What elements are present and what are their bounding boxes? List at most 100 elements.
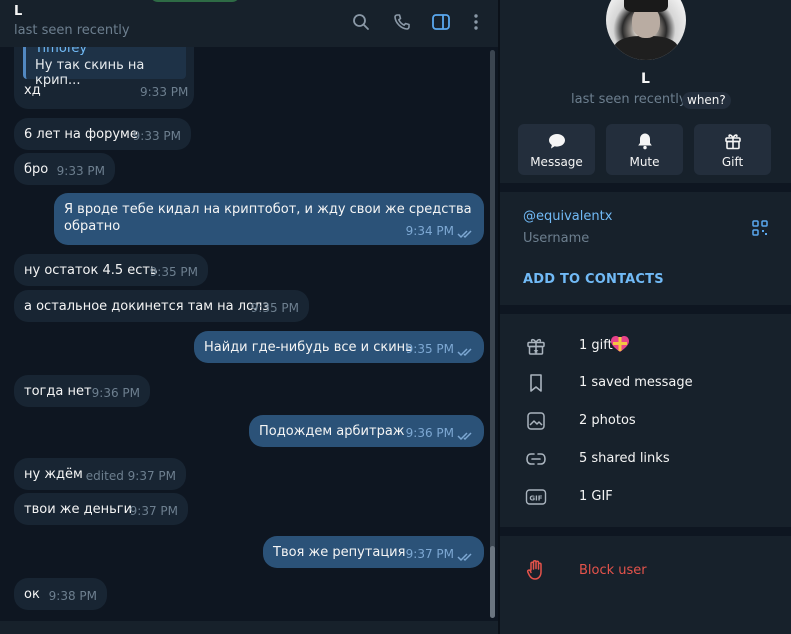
sidebar-toggle-icon[interactable] bbox=[430, 11, 452, 33]
message-bubble-incoming[interactable]: ну остаток 4.5 есть 9:35 PM bbox=[14, 254, 208, 286]
message-time: 9:36 PM bbox=[91, 386, 140, 400]
message-time: 9:37 PM bbox=[405, 547, 454, 561]
more-vert-icon[interactable] bbox=[465, 11, 487, 33]
message-text: тогда нет bbox=[24, 384, 92, 399]
message-bubble-incoming[interactable]: а остальное докинется там на лолз 9:35 P… bbox=[14, 290, 309, 322]
peer-status: last seen recently bbox=[14, 23, 130, 38]
message-text: ну остаток 4.5 есть bbox=[24, 263, 158, 278]
chat-panel: L last seen recently Timofey Ну так скин… bbox=[0, 0, 498, 634]
reply-quote[interactable]: Timofey Ну так скинь на крип... bbox=[23, 47, 186, 88]
section-separator bbox=[500, 305, 791, 314]
username-label: Username bbox=[523, 231, 590, 246]
block-user-label: Block user bbox=[579, 563, 647, 578]
message-time: 9:33 PM bbox=[140, 85, 189, 99]
username-value[interactable]: @equivalentx bbox=[523, 209, 612, 224]
bell-icon bbox=[606, 132, 683, 150]
gif-icon: GIF bbox=[525, 486, 547, 508]
call-indicator bbox=[150, 0, 240, 2]
message-button[interactable]: Message bbox=[518, 124, 595, 175]
message-composer[interactable] bbox=[0, 621, 498, 634]
read-check-icon bbox=[457, 230, 472, 239]
message-time: 9:34 PM bbox=[405, 224, 454, 238]
media-label: 1 gift bbox=[579, 338, 613, 353]
message-bubble-incoming[interactable]: ну ждём edited 9:37 PM bbox=[14, 458, 186, 490]
message-bubble-incoming[interactable]: твои же деньги 9:37 PM bbox=[14, 493, 188, 525]
message-text: бро bbox=[24, 162, 49, 177]
scrollbar-thumb[interactable] bbox=[490, 546, 495, 618]
media-row-saved[interactable]: 1 saved message bbox=[500, 364, 791, 402]
message-text: хд bbox=[24, 83, 41, 98]
gift-icon bbox=[694, 132, 771, 150]
media-row-gifs[interactable]: GIF 1 GIF bbox=[500, 478, 791, 516]
message-time: 9:37 PM bbox=[129, 504, 178, 518]
scrollbar-track[interactable] bbox=[490, 50, 495, 618]
message-bubble-incoming[interactable]: 6 лет на форуме 9:33 PM bbox=[14, 118, 191, 150]
peer-name[interactable]: L bbox=[14, 4, 22, 19]
mute-button[interactable]: Mute bbox=[606, 124, 683, 175]
chat-header[interactable]: L last seen recently bbox=[0, 0, 498, 47]
gift-button-label: Gift bbox=[721, 155, 744, 169]
reply-author: Timofey bbox=[35, 47, 88, 56]
chat-bubble-icon bbox=[518, 132, 595, 150]
message-time: 9:33 PM bbox=[132, 129, 181, 143]
message-text: а остальное докинется там на лолз bbox=[24, 299, 270, 314]
message-time: 9:35 PM bbox=[250, 301, 299, 315]
message-text: ну ждём bbox=[24, 467, 83, 482]
message-bubble-outgoing[interactable]: Я вроде тебе кидал на криптобот, и жду с… bbox=[54, 193, 484, 245]
avatar[interactable] bbox=[606, 0, 686, 60]
phone-icon[interactable] bbox=[391, 11, 413, 33]
qr-code-icon[interactable] bbox=[752, 220, 768, 236]
gift-button[interactable]: Gift bbox=[694, 124, 771, 175]
message-bubble-outgoing[interactable]: Твоя же репутация 9:37 PM bbox=[263, 536, 484, 568]
message-time: 9:38 PM bbox=[48, 589, 97, 603]
message-text: 6 лет на форуме bbox=[24, 127, 138, 142]
profile-status: last seen recently bbox=[571, 92, 687, 107]
gift-icon bbox=[525, 335, 547, 357]
message-time: 9:35 PM bbox=[405, 342, 454, 356]
bookmark-icon bbox=[525, 372, 547, 394]
add-to-contacts-button[interactable]: ADD TO CONTACTS bbox=[523, 272, 664, 287]
svg-text:GIF: GIF bbox=[529, 494, 542, 502]
message-time: 9:36 PM bbox=[405, 426, 454, 440]
message-text: Подождем арбитраж bbox=[259, 424, 405, 439]
message-button-label: Message bbox=[530, 155, 583, 169]
message-text: Я вроде тебе кидал на криптобот, и жду с… bbox=[64, 202, 472, 217]
profile-panel: L last seen recently when? Message Mute … bbox=[500, 0, 791, 634]
message-time: 9:35 PM bbox=[149, 265, 198, 279]
read-check-icon bbox=[457, 432, 472, 441]
section-separator bbox=[500, 183, 791, 192]
block-user-button[interactable]: Block user bbox=[500, 552, 791, 590]
hand-stop-icon bbox=[526, 559, 542, 580]
mute-button-label: Mute bbox=[629, 155, 660, 169]
media-label: 1 GIF bbox=[579, 489, 613, 504]
media-row-photos[interactable]: 2 photos bbox=[500, 402, 791, 440]
message-text: ок bbox=[24, 587, 40, 602]
message-text: Найди где-нибудь все и скинь bbox=[204, 340, 413, 355]
photo-icon bbox=[525, 410, 547, 432]
read-check-icon bbox=[457, 348, 472, 357]
when-button[interactable]: when? bbox=[682, 92, 731, 109]
message-bubble-incoming[interactable]: тогда нет 9:36 PM bbox=[14, 375, 150, 407]
media-label: 2 photos bbox=[579, 413, 636, 428]
message-bubble-incoming[interactable]: ок 9:38 PM bbox=[14, 578, 107, 610]
read-check-icon bbox=[457, 553, 472, 562]
section-separator bbox=[500, 527, 791, 536]
message-bubble-outgoing[interactable]: Подождем арбитраж 9:36 PM bbox=[249, 415, 484, 447]
message-bubble-incoming[interactable]: бро 9:33 PM bbox=[14, 153, 115, 185]
search-icon[interactable] bbox=[350, 11, 372, 33]
message-bubble-incoming[interactable]: Timofey Ну так скинь на крип... хд 9:33 … bbox=[14, 47, 194, 109]
message-text: твои же деньги bbox=[24, 502, 133, 517]
message-time: edited 9:37 PM bbox=[85, 469, 176, 483]
link-icon bbox=[525, 448, 547, 470]
media-label: 1 saved message bbox=[579, 375, 693, 390]
message-time: 9:33 PM bbox=[56, 164, 105, 178]
reply-text: Ну так скинь на крип... bbox=[35, 58, 145, 88]
media-row-gifts[interactable]: 1 gift bbox=[500, 327, 791, 365]
profile-name: L bbox=[641, 71, 650, 87]
message-bubble-outgoing[interactable]: Найди где-нибудь все и скинь 9:35 PM bbox=[194, 331, 484, 363]
message-list[interactable]: Timofey Ну так скинь на крип... хд 9:33 … bbox=[0, 47, 490, 622]
media-row-links[interactable]: 5 shared links bbox=[500, 440, 791, 478]
media-label: 5 shared links bbox=[579, 451, 670, 466]
heart-gift-icon bbox=[611, 336, 629, 352]
message-text: Твоя же репутация bbox=[273, 545, 406, 560]
